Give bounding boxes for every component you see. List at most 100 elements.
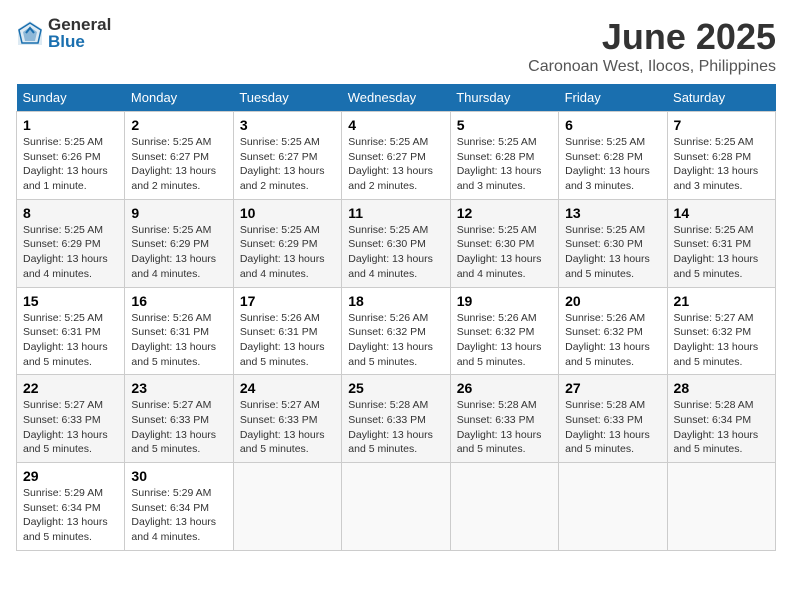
calendar-cell: 30 Sunrise: 5:29 AM Sunset: 6:34 PM Dayli… xyxy=(125,463,233,551)
calendar-cell: 27Sunrise: 5:28 AM Sunset: 6:33 PM Dayli… xyxy=(559,375,667,463)
calendar-cell: 11 Sunrise: 5:25 AM Sunset: 6:30 PM Dayli… xyxy=(342,199,450,287)
calendar-week-row: 22 Sunrise: 5:27 AM Sunset: 6:33 PM Dayli… xyxy=(17,375,776,463)
calendar-week-row: 15 Sunrise: 5:25 AM Sunset: 6:31 PM Dayli… xyxy=(17,287,776,375)
calendar-cell xyxy=(342,463,450,551)
day-info: Sunrise: 5:28 AM Sunset: 6:33 PM Dayligh… xyxy=(348,398,443,457)
day-info: Sunrise: 5:28 AM Sunset: 6:33 PM Dayligh… xyxy=(457,398,552,457)
calendar-cell: 19 Sunrise: 5:26 AM Sunset: 6:32 PM Dayli… xyxy=(450,287,558,375)
calendar-cell: 22 Sunrise: 5:27 AM Sunset: 6:33 PM Dayli… xyxy=(17,375,125,463)
day-number: 7 xyxy=(674,117,769,133)
day-info: Sunrise: 5:26 AM Sunset: 6:32 PM Dayligh… xyxy=(457,311,552,370)
day-info: Sunrise: 5:29 AM Sunset: 6:34 PM Dayligh… xyxy=(23,486,118,545)
day-info: Sunrise: 5:27 AM Sunset: 6:33 PM Dayligh… xyxy=(23,398,118,457)
calendar-cell: 23 Sunrise: 5:27 AM Sunset: 6:33 PM Dayli… xyxy=(125,375,233,463)
page-subtitle: Caronoan West, Ilocos, Philippines xyxy=(528,58,776,76)
calendar-body: 1Sunrise: 5:25 AM Sunset: 6:26 PM Daylig… xyxy=(17,112,776,551)
calendar-cell: 6 Sunrise: 5:25 AM Sunset: 6:28 PM Daylig… xyxy=(559,112,667,200)
calendar-week-row: 29 Sunrise: 5:29 AM Sunset: 6:34 PM Dayli… xyxy=(17,463,776,551)
calendar-cell: 18 Sunrise: 5:26 AM Sunset: 6:32 PM Dayli… xyxy=(342,287,450,375)
day-number: 29 xyxy=(23,468,118,484)
weekday-header-row: SundayMondayTuesdayWednesdayThursdayFrid… xyxy=(17,84,776,112)
day-number: 30 xyxy=(131,468,226,484)
day-info: Sunrise: 5:25 AM Sunset: 6:27 PM Dayligh… xyxy=(240,135,335,194)
day-number: 18 xyxy=(348,293,443,309)
calendar-week-row: 1Sunrise: 5:25 AM Sunset: 6:26 PM Daylig… xyxy=(17,112,776,200)
day-info: Sunrise: 5:25 AM Sunset: 6:29 PM Dayligh… xyxy=(240,223,335,282)
day-info: Sunrise: 5:29 AM Sunset: 6:34 PM Dayligh… xyxy=(131,486,226,545)
day-number: 3 xyxy=(240,117,335,133)
day-number: 14 xyxy=(674,205,769,221)
day-info: Sunrise: 5:25 AM Sunset: 6:29 PM Dayligh… xyxy=(23,223,118,282)
day-info: Sunrise: 5:26 AM Sunset: 6:31 PM Dayligh… xyxy=(131,311,226,370)
calendar-cell: 14Sunrise: 5:25 AM Sunset: 6:31 PM Dayli… xyxy=(667,199,775,287)
day-number: 24 xyxy=(240,380,335,396)
title-area: June 2025 Caronoan West, Ilocos, Philipp… xyxy=(528,16,776,76)
day-info: Sunrise: 5:27 AM Sunset: 6:33 PM Dayligh… xyxy=(131,398,226,457)
calendar-cell: 25 Sunrise: 5:28 AM Sunset: 6:33 PM Dayli… xyxy=(342,375,450,463)
calendar-cell: 9 Sunrise: 5:25 AM Sunset: 6:29 PM Daylig… xyxy=(125,199,233,287)
day-number: 8 xyxy=(23,205,118,221)
day-number: 19 xyxy=(457,293,552,309)
calendar-cell: 21 Sunrise: 5:27 AM Sunset: 6:32 PM Dayli… xyxy=(667,287,775,375)
header: General Blue June 2025 Caronoan West, Il… xyxy=(16,16,776,76)
calendar-cell xyxy=(667,463,775,551)
calendar-cell: 24 Sunrise: 5:27 AM Sunset: 6:33 PM Dayli… xyxy=(233,375,341,463)
calendar-cell: 16Sunrise: 5:26 AM Sunset: 6:31 PM Dayli… xyxy=(125,287,233,375)
calendar-header: SundayMondayTuesdayWednesdayThursdayFrid… xyxy=(17,84,776,112)
logo-general: General xyxy=(48,16,111,33)
day-info: Sunrise: 5:26 AM Sunset: 6:32 PM Dayligh… xyxy=(348,311,443,370)
calendar-cell xyxy=(450,463,558,551)
day-number: 15 xyxy=(23,293,118,309)
day-number: 20 xyxy=(565,293,660,309)
day-info: Sunrise: 5:25 AM Sunset: 6:31 PM Dayligh… xyxy=(23,311,118,370)
weekday-header-sunday: Sunday xyxy=(17,84,125,112)
calendar-cell: 2 Sunrise: 5:25 AM Sunset: 6:27 PM Daylig… xyxy=(125,112,233,200)
day-info: Sunrise: 5:25 AM Sunset: 6:27 PM Dayligh… xyxy=(348,135,443,194)
weekday-header-saturday: Saturday xyxy=(667,84,775,112)
day-number: 4 xyxy=(348,117,443,133)
weekday-header-wednesday: Wednesday xyxy=(342,84,450,112)
day-number: 23 xyxy=(131,380,226,396)
day-info: Sunrise: 5:25 AM Sunset: 6:30 PM Dayligh… xyxy=(457,223,552,282)
logo: General Blue xyxy=(16,16,111,50)
logo-blue: Blue xyxy=(48,33,111,50)
calendar-cell: 3 Sunrise: 5:25 AM Sunset: 6:27 PM Daylig… xyxy=(233,112,341,200)
weekday-header-monday: Monday xyxy=(125,84,233,112)
day-info: Sunrise: 5:25 AM Sunset: 6:28 PM Dayligh… xyxy=(457,135,552,194)
day-number: 6 xyxy=(565,117,660,133)
day-number: 22 xyxy=(23,380,118,396)
calendar-cell: 5Sunrise: 5:25 AM Sunset: 6:28 PM Daylig… xyxy=(450,112,558,200)
day-number: 28 xyxy=(674,380,769,396)
weekday-header-tuesday: Tuesday xyxy=(233,84,341,112)
calendar-cell: 26 Sunrise: 5:28 AM Sunset: 6:33 PM Dayli… xyxy=(450,375,558,463)
day-info: Sunrise: 5:27 AM Sunset: 6:32 PM Dayligh… xyxy=(674,311,769,370)
day-number: 17 xyxy=(240,293,335,309)
day-number: 26 xyxy=(457,380,552,396)
calendar-cell: 7 Sunrise: 5:25 AM Sunset: 6:28 PM Daylig… xyxy=(667,112,775,200)
calendar-cell: 15 Sunrise: 5:25 AM Sunset: 6:31 PM Dayli… xyxy=(17,287,125,375)
weekday-header-friday: Friday xyxy=(559,84,667,112)
day-info: Sunrise: 5:27 AM Sunset: 6:33 PM Dayligh… xyxy=(240,398,335,457)
day-info: Sunrise: 5:28 AM Sunset: 6:34 PM Dayligh… xyxy=(674,398,769,457)
day-info: Sunrise: 5:26 AM Sunset: 6:32 PM Dayligh… xyxy=(565,311,660,370)
calendar-cell: 29 Sunrise: 5:29 AM Sunset: 6:34 PM Dayli… xyxy=(17,463,125,551)
weekday-header-thursday: Thursday xyxy=(450,84,558,112)
day-info: Sunrise: 5:25 AM Sunset: 6:27 PM Dayligh… xyxy=(131,135,226,194)
day-info: Sunrise: 5:25 AM Sunset: 6:29 PM Dayligh… xyxy=(131,223,226,282)
day-info: Sunrise: 5:25 AM Sunset: 6:30 PM Dayligh… xyxy=(565,223,660,282)
calendar-cell xyxy=(233,463,341,551)
day-info: Sunrise: 5:25 AM Sunset: 6:28 PM Dayligh… xyxy=(674,135,769,194)
day-number: 1 xyxy=(23,117,118,133)
day-info: Sunrise: 5:25 AM Sunset: 6:30 PM Dayligh… xyxy=(348,223,443,282)
day-number: 11 xyxy=(348,205,443,221)
day-number: 9 xyxy=(131,205,226,221)
day-info: Sunrise: 5:26 AM Sunset: 6:31 PM Dayligh… xyxy=(240,311,335,370)
calendar-week-row: 8 Sunrise: 5:25 AM Sunset: 6:29 PM Daylig… xyxy=(17,199,776,287)
day-number: 27 xyxy=(565,380,660,396)
calendar-cell: 20 Sunrise: 5:26 AM Sunset: 6:32 PM Dayli… xyxy=(559,287,667,375)
day-number: 2 xyxy=(131,117,226,133)
day-info: Sunrise: 5:25 AM Sunset: 6:28 PM Dayligh… xyxy=(565,135,660,194)
day-number: 25 xyxy=(348,380,443,396)
day-number: 21 xyxy=(674,293,769,309)
logo-icon xyxy=(16,19,44,47)
